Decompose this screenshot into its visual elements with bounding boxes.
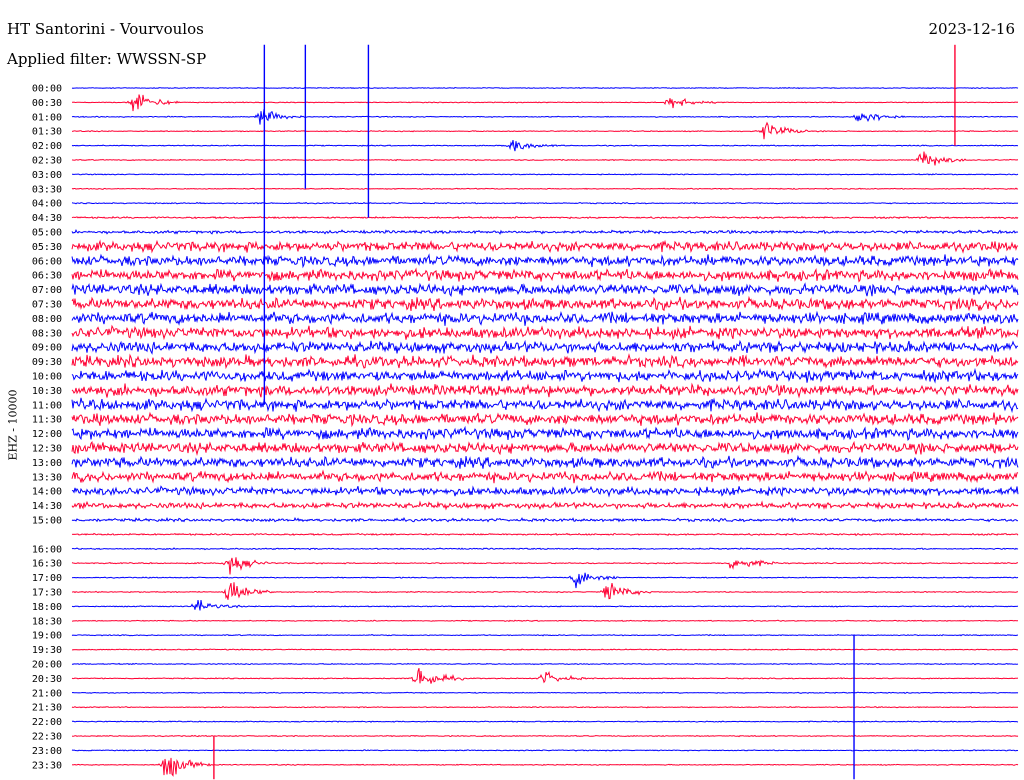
- time-tick-label: 21:00: [32, 688, 62, 699]
- trace-row-1000: [71, 367, 1019, 384]
- trace-row-0400: [71, 201, 1019, 205]
- trace-row-0900: [71, 339, 1018, 355]
- trace-row-1630: [71, 557, 1018, 575]
- time-tick-label: 03:30: [32, 184, 62, 195]
- trace-row-0230: [71, 151, 1019, 166]
- time-tick-label: 06:30: [32, 271, 62, 282]
- time-tick-label: 14:30: [32, 501, 62, 512]
- trace-row-1930: [71, 648, 1019, 651]
- time-tick-label: 04:00: [32, 199, 62, 210]
- trace-row-0100: [71, 109, 1019, 125]
- time-tick-label: 01:30: [32, 127, 62, 138]
- trace-row-0630: [71, 267, 1019, 283]
- time-tick-label: 10:00: [32, 372, 62, 383]
- trace-row-0700: [71, 282, 1019, 297]
- trace-row-1400: [71, 485, 1019, 498]
- time-tick-label: 21:30: [32, 703, 62, 714]
- time-tick-label: 13:30: [32, 472, 62, 483]
- time-tick-label: 15:00: [32, 516, 62, 527]
- trace-row-0130: [71, 121, 1019, 140]
- time-tick-label: 16:00: [32, 544, 62, 555]
- time-tick-label: 23:00: [32, 746, 62, 757]
- time-tick-label: 20:30: [32, 674, 62, 685]
- trace-row-2130: [71, 705, 1019, 709]
- time-tick-label: 18:00: [32, 602, 62, 613]
- time-tick-label: 12:00: [32, 429, 62, 440]
- trace-row-0300: [72, 173, 1019, 176]
- trace-row-0530: [71, 239, 1019, 254]
- time-tick-label: 08:30: [32, 328, 62, 339]
- time-tick-label: 11:00: [32, 400, 62, 411]
- trace-row-0030: [72, 94, 1019, 112]
- time-tick-label: 09:30: [32, 357, 62, 368]
- time-tick-label: 01:00: [32, 112, 62, 123]
- time-tick-label: 00:30: [32, 98, 62, 109]
- helicorder-plot: 00:00 00:30 01:00 01:30 02:00 02:30 03:00 03:30…: [32, 44, 1019, 780]
- time-tick-label: 07:00: [32, 285, 62, 296]
- time-tick-label: 09:00: [32, 343, 62, 354]
- trace-row-0200: [71, 140, 1019, 152]
- time-tick-label: 22:30: [32, 732, 62, 743]
- trace-row-1800: [71, 600, 1019, 611]
- trace-row-2100: [71, 691, 1019, 694]
- trace-row-1300: [71, 454, 1019, 470]
- time-tick-label: 03:00: [32, 170, 62, 181]
- trace-row-1900: [71, 634, 1018, 637]
- time-tick-label: 20:00: [32, 660, 62, 671]
- trace-group: [71, 86, 1019, 777]
- time-tick-label: 14:00: [32, 487, 62, 498]
- trace-row-1730: [72, 582, 1019, 600]
- trace-row-0730: [71, 295, 1019, 312]
- trace-row-1830: [72, 619, 1018, 623]
- trace-row-1100: [71, 397, 1019, 414]
- time-tick-label: 02:30: [32, 156, 62, 167]
- trace-row-1130: [71, 411, 1019, 428]
- time-tick-label: 13:00: [32, 458, 62, 469]
- time-tick-label: 17:00: [32, 573, 62, 584]
- time-tick-label: 06:00: [32, 256, 62, 267]
- time-tick-label: 23:30: [32, 760, 62, 771]
- trace-row-1500: [71, 516, 1019, 523]
- trace-row-0330: [71, 187, 1019, 191]
- time-tick-label: 07:30: [32, 300, 62, 311]
- spike-group: [213, 44, 956, 780]
- time-tick-label: 12:30: [32, 444, 62, 455]
- time-tick-label: 04:30: [32, 213, 62, 224]
- time-tick-label: 00:00: [32, 84, 62, 95]
- trace-row-1700: [71, 572, 1019, 589]
- trace-row-2200: [71, 720, 1019, 723]
- time-tick-label: 11:30: [32, 415, 62, 426]
- time-tick-label: 16:30: [32, 559, 62, 570]
- trace-row-0500: [71, 229, 1019, 235]
- time-tick-label: 19:30: [32, 645, 62, 656]
- time-tick-label: 17:30: [32, 588, 62, 599]
- time-tick-label: 02:00: [32, 141, 62, 152]
- time-tick-label: 19:00: [32, 631, 62, 642]
- trace-row-0930: [71, 353, 1019, 370]
- time-tick-label: 22:00: [32, 717, 62, 728]
- trace-row-0430: [71, 215, 1019, 220]
- time-tick-label: 05:00: [32, 228, 62, 239]
- tick-label-group: 00:00 00:30 01:00 01:30 02:00 02:30 03:00 03:30…: [32, 84, 62, 772]
- trace-row-1430: [71, 500, 1019, 511]
- trace-row-0600: [71, 253, 1019, 269]
- time-tick-label: 05:30: [32, 242, 62, 253]
- time-tick-label: 18:30: [32, 616, 62, 627]
- trace-row-0830: [71, 324, 1019, 341]
- trace-row-2030: [71, 667, 1019, 684]
- trace-row-0000: [71, 86, 1019, 90]
- trace-row-1200: [71, 425, 1019, 442]
- trace-row-0800: [71, 310, 1019, 326]
- time-tick-label: 08:00: [32, 314, 62, 325]
- trace-row-1530: [71, 532, 1019, 537]
- time-tick-label: 10:30: [32, 386, 62, 397]
- trace-row-1330: [71, 469, 1019, 484]
- trace-row-1230: [71, 440, 1019, 456]
- trace-row-2000: [71, 662, 1019, 666]
- trace-row-1600: [71, 547, 1019, 551]
- trace-row-1030: [71, 382, 1019, 399]
